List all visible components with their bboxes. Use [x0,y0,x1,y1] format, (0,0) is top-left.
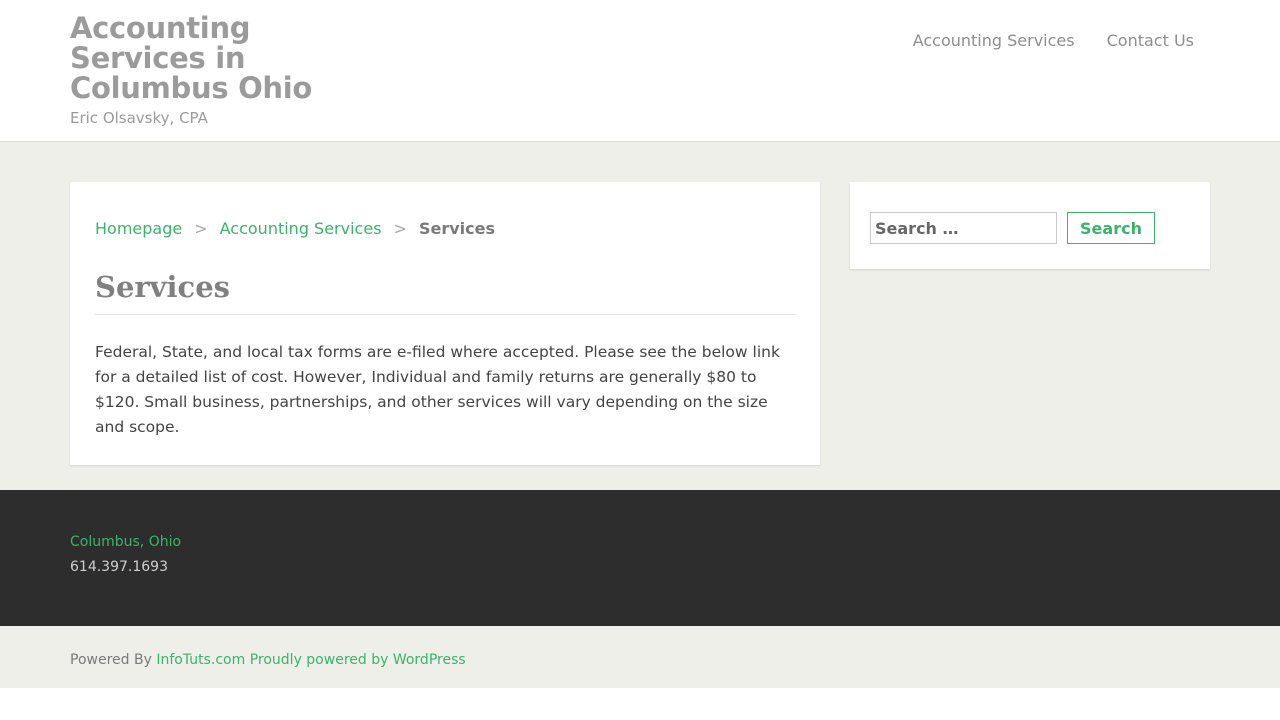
breadcrumb-separator: > [393,219,407,238]
sidebar-search-widget: Search [850,182,1210,269]
footer-city-link[interactable]: Columbus, Ohio [70,534,181,550]
search-button[interactable]: Search [1067,212,1155,244]
infotuts-link[interactable]: InfoTuts.com [156,652,245,668]
page-body-text: Federal, State, and local tax forms are … [95,343,780,436]
breadcrumb: Homepage > Accounting Services > Service… [95,219,495,238]
search-input[interactable] [870,212,1057,244]
main-nav: Accounting Services Contact Us [913,31,1194,50]
breadcrumb-separator: > [194,219,208,238]
site-title[interactable]: Accounting Services in Columbus Ohio [70,13,330,103]
powered-prefix: Powered By [70,652,157,668]
nav-item-contact-us[interactable]: Contact Us [1107,31,1194,50]
breadcrumb-current: Services [418,219,495,238]
site-footer: Columbus, Ohio 614.397.1693 [0,490,1280,626]
content-card: Homepage > Accounting Services > Service… [70,182,820,465]
main-area: Homepage > Accounting Services > Service… [0,142,1280,490]
site-tagline: Eric Olsavsky, CPA [70,109,208,127]
powered-by-text: Powered By InfoTuts.com Proudly powered … [70,652,466,668]
site-header: Accounting Services in Columbus Ohio Eri… [0,0,1280,142]
breadcrumb-parent-link[interactable]: Accounting Services [220,219,382,238]
page-title: Services [95,270,795,315]
breadcrumb-home-link[interactable]: Homepage [95,219,182,238]
footer-phone: 614.397.1693 [70,559,168,575]
wordpress-link[interactable]: Proudly powered by WordPress [250,652,466,668]
bottom-bar: Powered By InfoTuts.com Proudly powered … [0,626,1280,688]
nav-item-accounting-services[interactable]: Accounting Services [913,31,1075,50]
